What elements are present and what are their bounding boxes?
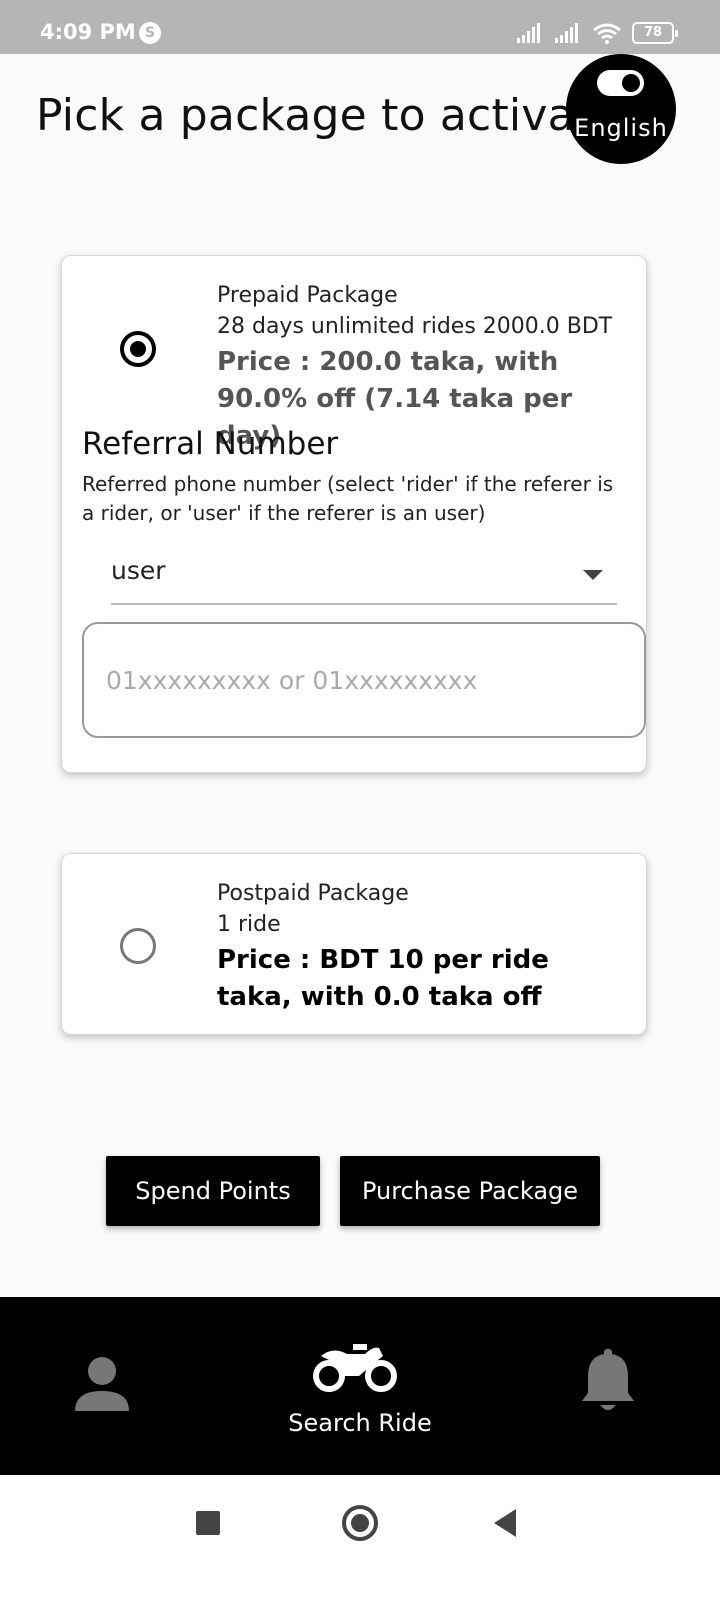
- language-toggle-button[interactable]: English: [566, 54, 676, 164]
- battery-icon: 78: [632, 22, 678, 44]
- package-name: Postpaid Package: [217, 881, 409, 906]
- person-icon: [75, 1357, 129, 1411]
- home-icon[interactable]: [342, 1505, 378, 1541]
- system-nav-bar: [0, 1475, 720, 1600]
- recent-apps-icon[interactable]: [196, 1511, 220, 1535]
- chevron-down-icon: [583, 570, 603, 580]
- package-description: 1 ride: [217, 912, 281, 937]
- notification-icon: S: [139, 22, 161, 44]
- package-card-prepaid[interactable]: Prepaid Package 28 days unlimited rides …: [61, 255, 647, 773]
- bell-icon: [582, 1349, 634, 1410]
- signal-icon: [517, 23, 540, 43]
- toggle-knob: [622, 74, 640, 92]
- status-time: 4:09 PM: [40, 20, 136, 44]
- package-radio-prepaid[interactable]: [120, 331, 156, 367]
- language-label: English: [574, 114, 668, 142]
- nav-search-ride[interactable]: Search Ride: [270, 1297, 450, 1475]
- nav-search-ride-label: Search Ride: [288, 1409, 432, 1437]
- status-icons: 78: [516, 22, 678, 44]
- toggle-icon: [597, 70, 644, 96]
- package-card-postpaid[interactable]: Postpaid Package 1 ride Price : BDT 10 p…: [61, 853, 647, 1035]
- package-info: Postpaid Package 1 ride Price : BDT 10 p…: [217, 878, 627, 1016]
- package-price: Price : BDT 10 per ride taka, with 0.0 t…: [217, 945, 549, 1012]
- status-bar: 4:09 PM S 78: [0, 0, 720, 54]
- back-icon[interactable]: [494, 1509, 516, 1537]
- nav-notifications[interactable]: [570, 1297, 646, 1475]
- package-description: 28 days unlimited rides 2000.0 BDT: [217, 314, 613, 339]
- referral-phone-input[interactable]: [82, 622, 646, 738]
- package-name: Prepaid Package: [217, 283, 398, 308]
- referral-description: Referred phone number (select 'rider' if…: [82, 472, 614, 525]
- spend-points-button[interactable]: Spend Points: [106, 1156, 320, 1226]
- wifi-icon: [593, 23, 621, 44]
- page-title: Pick a package to activate: [36, 90, 620, 141]
- package-radio-postpaid[interactable]: [120, 928, 156, 964]
- referral-title: Referral Number: [82, 426, 339, 462]
- purchase-package-button[interactable]: Purchase Package: [340, 1156, 600, 1226]
- referrer-type-dropdown[interactable]: user: [111, 548, 617, 605]
- motorcycle-icon: [313, 1344, 397, 1392]
- bottom-nav: Search Ride: [0, 1297, 720, 1475]
- signal-icon: [555, 23, 578, 43]
- referrer-type-value: user: [111, 556, 166, 585]
- nav-profile[interactable]: [60, 1297, 144, 1475]
